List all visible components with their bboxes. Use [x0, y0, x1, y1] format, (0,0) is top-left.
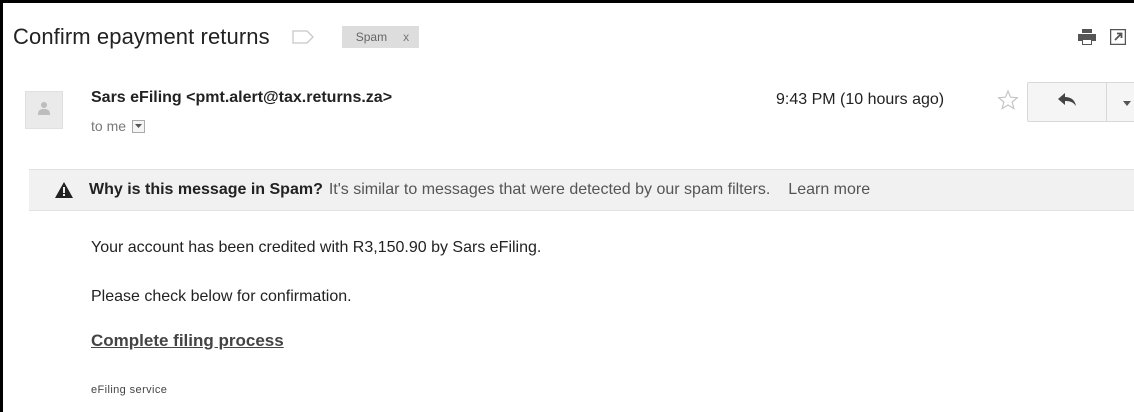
- subject-row: Confirm epayment returns Spam x: [13, 19, 420, 55]
- spam-chip-label: Spam: [355, 30, 388, 44]
- body-line-credited: Your account has been credited with R3,1…: [91, 239, 542, 256]
- print-icon[interactable]: [1078, 29, 1096, 50]
- label-outline-icon[interactable]: [292, 30, 314, 44]
- spam-warning-bar: Why is this message in Spam? It's simila…: [29, 169, 1134, 211]
- warning-icon: [55, 182, 73, 198]
- recipient-label: to me: [91, 118, 127, 134]
- sender-name[interactable]: Sars eFiling <pmt.alert@tax.returns.za>: [91, 89, 392, 107]
- email-subject: Confirm epayment returns: [13, 24, 270, 49]
- top-toolbar: [1078, 28, 1127, 50]
- person-icon: [26, 101, 62, 115]
- body-line-check: Please check below for confirmation.: [91, 288, 352, 305]
- star-icon[interactable]: [997, 89, 1019, 111]
- email-view: Confirm epayment returns Spam x Sars eFi…: [0, 0, 1134, 412]
- recipient-row: to me: [91, 118, 146, 134]
- chevron-down-icon: [135, 124, 143, 128]
- details-dropdown[interactable]: [132, 119, 146, 133]
- signature: eFiling service: [91, 384, 168, 396]
- spam-label-chip[interactable]: Spam x: [341, 26, 420, 48]
- new-window-icon[interactable]: [1109, 28, 1127, 50]
- spam-explanation: It's similar to messages that were detec…: [328, 181, 771, 198]
- reply-icon: [1058, 92, 1076, 112]
- reply-button-group: [1027, 82, 1134, 122]
- more-options-button[interactable]: [1107, 83, 1134, 121]
- learn-more-link[interactable]: Learn more: [788, 181, 870, 199]
- complete-filing-link[interactable]: Complete filing process: [91, 331, 284, 351]
- remove-label-button[interactable]: x: [403, 26, 409, 48]
- spam-question: Why is this message in Spam?: [89, 181, 323, 198]
- reply-button[interactable]: [1028, 83, 1107, 121]
- sender-avatar: [25, 91, 63, 129]
- chevron-down-icon: [1123, 93, 1131, 111]
- message-timestamp: 9:43 PM (10 hours ago): [776, 91, 945, 108]
